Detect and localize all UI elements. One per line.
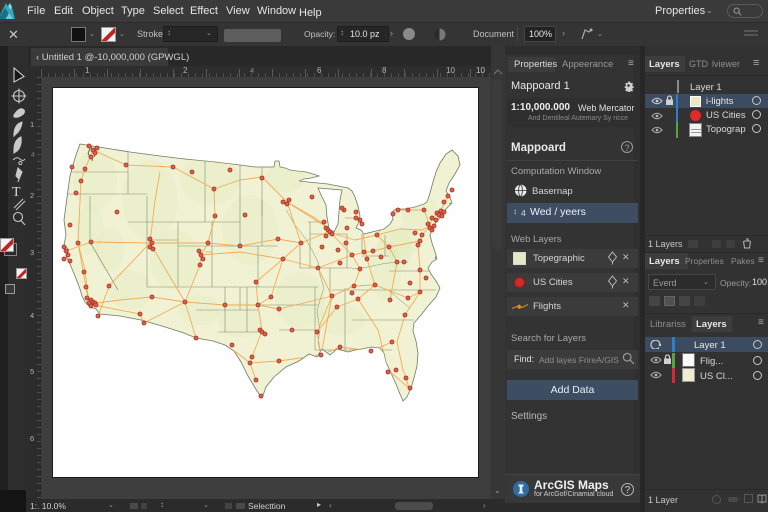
svg-text:T: T: [12, 185, 21, 200]
